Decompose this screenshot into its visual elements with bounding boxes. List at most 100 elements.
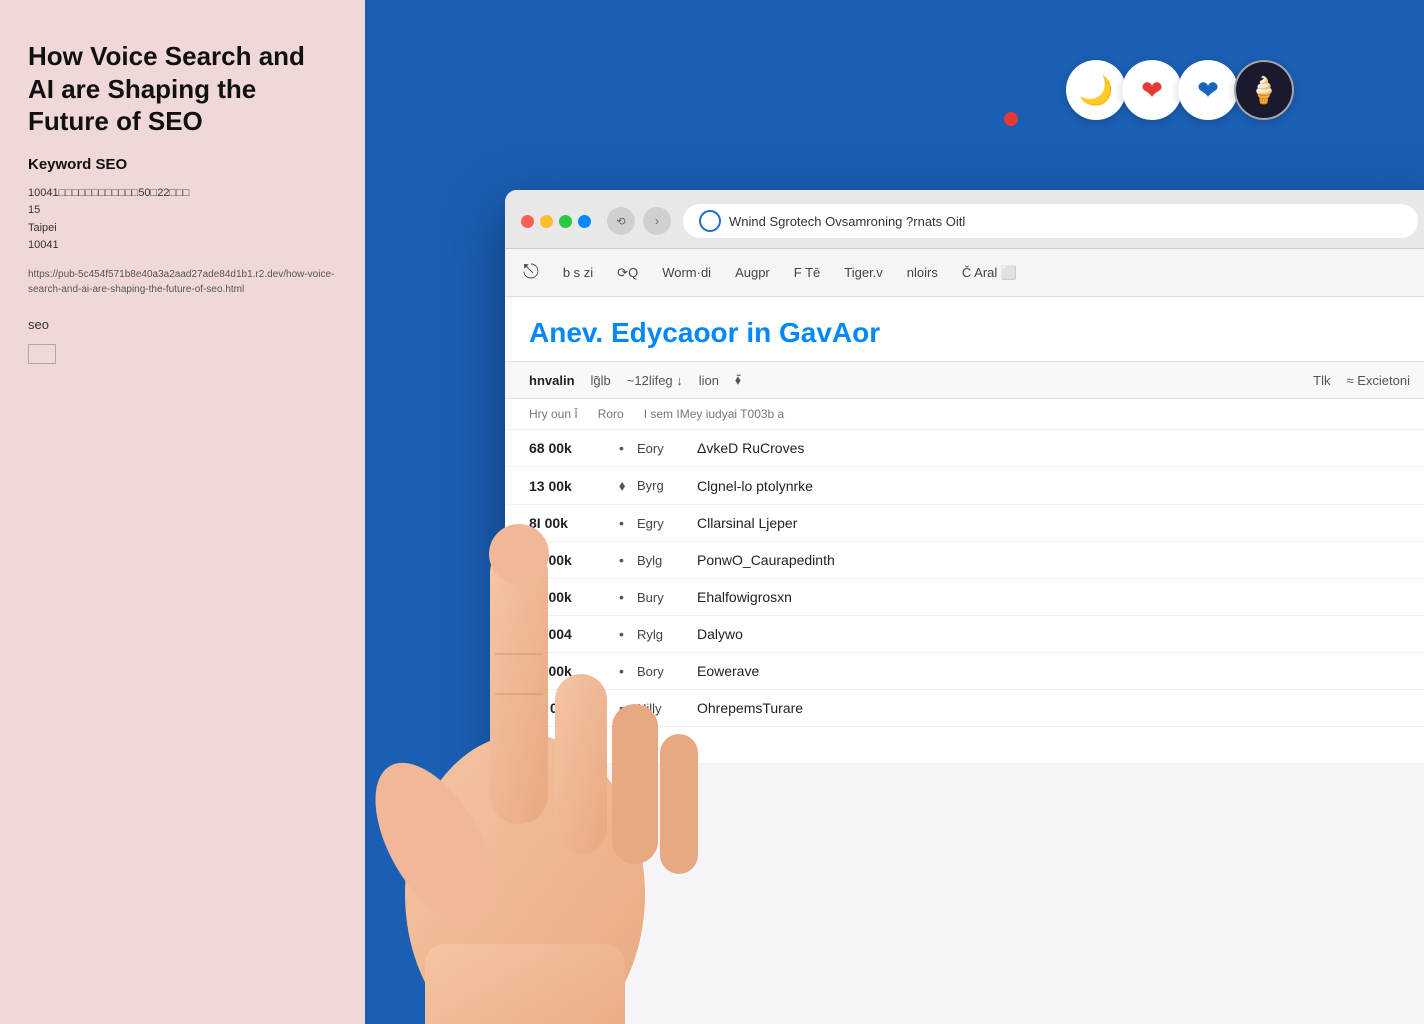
- brand-icon-4: 🍦: [1234, 60, 1294, 120]
- meta-line3: Taipei: [28, 222, 57, 234]
- table-row: 80 00k • Bylg PonwO_Caurapedinth: [505, 542, 1424, 579]
- brand-icon-1: 🌙: [1066, 60, 1126, 120]
- notification-dot: [1004, 112, 1018, 126]
- table-header: hnvalin lg̃lb ~12lifeg ↓ lion ⬧̃ Tlk ≈ E…: [505, 361, 1424, 399]
- row-dot: ⬧: [619, 477, 637, 494]
- row-dot: •: [619, 552, 637, 568]
- th-lgtb: lg̃lb: [591, 373, 611, 388]
- row-desc: Cllarsinal Ljeper: [697, 515, 1410, 531]
- nav-item-nloirs[interactable]: nloirs: [905, 261, 940, 284]
- row-name: Bury: [637, 590, 697, 605]
- row-desc: PonwO_Caurapedinth: [697, 552, 1410, 568]
- nav-item-2[interactable]: ⟳Q: [615, 261, 640, 285]
- row-dot: •: [619, 737, 637, 753]
- row-dot: •: [619, 440, 637, 456]
- row-dot: •: [619, 700, 637, 716]
- maximize-button[interactable]: [559, 215, 572, 228]
- nav-item-te[interactable]: F Tē: [792, 261, 823, 284]
- nav-item-0[interactable]: ⎋: [521, 257, 541, 288]
- row-desc: Dalywo: [697, 626, 1410, 642]
- row-name: Egry: [637, 516, 697, 531]
- sh-isem: I sem IMey iudyai T003b a: [644, 407, 785, 421]
- meta-line4: 10041: [28, 239, 59, 251]
- row-name: Bory: [637, 664, 697, 679]
- row-dot: •: [619, 626, 637, 642]
- row-desc: Eowerave: [697, 663, 1410, 679]
- left-panel: How Voice Search and AI are Shaping the …: [0, 0, 365, 1024]
- row-name: Rylg: [637, 627, 697, 642]
- meta-line2: 15: [28, 204, 40, 216]
- traffic-lights: [521, 215, 591, 228]
- row-name: Bylg: [637, 553, 697, 568]
- address-bar[interactable]: Wnind Sgrotech Ovsamroning ?rnats Oitl: [683, 204, 1418, 238]
- row-desc: Clgnel-lo ptolynrke: [697, 478, 1410, 494]
- row-number: S0 00k: [529, 700, 619, 716]
- page-title-text: Anev. Edycaoor in GavAor: [529, 317, 880, 348]
- browser-chrome: ⟲ › Wnind Sgrotech Ovsamroning ?rnats Oi…: [505, 190, 1424, 249]
- address-text: Wnind Sgrotech Ovsamroning ?rnats Oitl: [729, 214, 965, 229]
- table-row: 13 00k ⬧ Byrg Clgnel-lo ptolynrke: [505, 467, 1424, 505]
- page-title: Anev. Edycaoor in GavAor: [529, 317, 1410, 349]
- nav-controls: ⟲ ›: [607, 207, 671, 235]
- brand-icons: 🌙 ❤ ❤ 🍦: [1066, 60, 1294, 120]
- browser-nav: ⎋ b s zi ⟳Q Worm·di Augpr F Tē Tiger.v n…: [505, 249, 1424, 297]
- table-row: 68 00k • Eory ΔvkeD RuCroves: [505, 430, 1424, 467]
- th-lion: lion: [699, 373, 719, 388]
- row-name: Nilly: [637, 701, 697, 716]
- table-row: S0 00k • Nilly OhrepemsTurare: [505, 690, 1424, 727]
- sh-hry: Hry oun Ī: [529, 407, 578, 421]
- article-url[interactable]: https://pub-5c454f571b8e40a3a2aad27ade84…: [28, 267, 337, 297]
- nav-item-worm[interactable]: Worm·di: [660, 261, 713, 284]
- brand-icon-2: ❤: [1122, 60, 1182, 120]
- data-section: hnvalin lg̃lb ~12lifeg ↓ lion ⬧̃ Tlk ≈ E…: [505, 361, 1424, 764]
- row-dot: •: [619, 589, 637, 605]
- th-tlk: Tlk: [1313, 373, 1330, 388]
- brand-icon-3: ❤: [1178, 60, 1238, 120]
- page-header: Anev. Edycaoor in GavAor: [505, 297, 1424, 361]
- row-name: Byrg: [637, 478, 697, 493]
- nav-item-augpr[interactable]: Augpr: [733, 261, 772, 284]
- meta-line1: 10041□□□□□□□□□□□□50□22□□□: [28, 187, 189, 199]
- row-dot: •: [619, 663, 637, 679]
- row-number: 80 00k: [529, 552, 619, 568]
- table-row: 82 00k • Bury Ehalfowigrosxn: [505, 579, 1424, 616]
- th-12lifeg[interactable]: ~12lifeg ↓: [627, 373, 683, 388]
- close-button[interactable]: [521, 215, 534, 228]
- row-number: 8I 00k: [529, 515, 619, 531]
- sh-roro: Roro: [598, 407, 624, 421]
- tag-label: seo: [28, 317, 337, 332]
- tag-box: [28, 344, 56, 364]
- forward-button[interactable]: ›: [643, 207, 671, 235]
- right-panel: 🌙 ❤ ❤ 🍦 ⟲ › W: [365, 0, 1424, 1024]
- meta-text: 10041□□□□□□□□□□□□50□22□□□ 15 Taipei 1004…: [28, 185, 337, 255]
- th-arrow: ⬧̃: [735, 372, 741, 388]
- row-number: 17 004: [529, 626, 619, 642]
- nav-item-tiger[interactable]: Tiger.v: [842, 261, 885, 284]
- back-button[interactable]: ⟲: [607, 207, 635, 235]
- nav-item-1[interactable]: b s zi: [561, 261, 595, 284]
- th-hnvalin: hnvalin: [529, 373, 575, 388]
- table-row: 17 004 • Rylg Dalywo: [505, 616, 1424, 653]
- table-row: 8F 00k •: [505, 727, 1424, 764]
- nav-item-aral[interactable]: Č Aral ⬜: [960, 261, 1019, 285]
- browser-logo: [699, 210, 721, 232]
- row-desc: ΔvkeD RuCroves: [697, 440, 1410, 456]
- table-row: 8I 00k • Egry Cllarsinal Ljeper: [505, 505, 1424, 542]
- row-number: 68 00k: [529, 440, 619, 456]
- th-excietoni: ≈ Excietoni: [1347, 373, 1411, 388]
- row-number: 32 00k: [529, 663, 619, 679]
- extra-button[interactable]: [578, 215, 591, 228]
- article-title: How Voice Search and AI are Shaping the …: [28, 40, 337, 138]
- row-desc: Ehalfowigrosxn: [697, 589, 1410, 605]
- row-desc: OhrepemsTurare: [697, 700, 1410, 716]
- keyword-label: Keyword SEO: [28, 156, 337, 173]
- table-row: 32 00k • Bory Eowerave: [505, 653, 1424, 690]
- row-name: Eory: [637, 441, 697, 456]
- row-number: 82 00k: [529, 589, 619, 605]
- row-number: 8F 00k: [529, 737, 619, 753]
- row-number: 13 00k: [529, 478, 619, 494]
- browser-window: ⟲ › Wnind Sgrotech Ovsamroning ?rnats Oi…: [505, 190, 1424, 1024]
- row-dot: •: [619, 515, 637, 531]
- sub-header: Hry oun Ī Roro I sem IMey iudyai T003b a: [505, 399, 1424, 430]
- minimize-button[interactable]: [540, 215, 553, 228]
